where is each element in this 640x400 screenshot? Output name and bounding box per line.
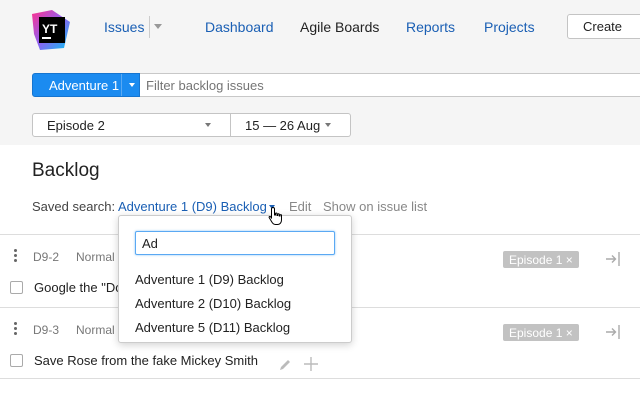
chevron-down-icon[interactable]	[129, 83, 135, 87]
nav-divider	[149, 16, 150, 38]
chevron-down-icon	[325, 123, 331, 127]
saved-search-option[interactable]: Adventure 1 (D9) Backlog	[135, 272, 284, 287]
nav-issues[interactable]: Issues	[104, 19, 144, 35]
sprint-tag[interactable]: Episode 1 ×	[503, 251, 579, 268]
pencil-icon[interactable]	[278, 358, 292, 372]
nav-projects[interactable]: Projects	[484, 19, 535, 35]
issue-checkbox[interactable]	[10, 281, 23, 294]
saved-search-option[interactable]: Adventure 5 (D11) Backlog	[135, 320, 290, 335]
youtrack-logo[interactable]: YT	[30, 8, 74, 52]
issue-summary[interactable]: Save Rose from the fake Mickey Smith	[34, 353, 258, 368]
move-to-sprint-icon[interactable]	[604, 323, 622, 341]
saved-search-filter-input[interactable]	[135, 231, 335, 255]
show-on-issue-list-link[interactable]: Show on issue list	[323, 199, 427, 214]
chevron-down-icon	[205, 123, 211, 127]
edit-link[interactable]: Edit	[289, 199, 311, 214]
issue-summary[interactable]: Google the "Do	[34, 280, 122, 295]
date-range-select[interactable]: 15 — 26 Aug	[231, 113, 351, 137]
board-selector-button[interactable]: Adventure 1	[32, 73, 140, 97]
sprint-tag[interactable]: Episode 1 ×	[503, 324, 579, 341]
backlog-title: Backlog	[32, 160, 100, 181]
create-button-label: Create	[583, 19, 623, 34]
saved-search-label: Saved search:	[32, 199, 116, 214]
date-range-value: 15 — 26 Aug	[245, 118, 321, 133]
list-bottom-divider	[0, 378, 640, 379]
move-to-sprint-icon[interactable]	[604, 250, 622, 268]
chevron-down-icon[interactable]	[154, 24, 162, 29]
nav-dashboard[interactable]: Dashboard	[205, 19, 274, 35]
plus-icon[interactable]	[303, 356, 319, 372]
sprint-select[interactable]: Episode 2	[32, 113, 231, 137]
board-selector-label: Adventure 1	[49, 78, 120, 93]
issue-priority[interactable]: Normal	[76, 323, 115, 337]
filter-backlog-input[interactable]	[140, 73, 640, 97]
logo-text: YT	[42, 22, 58, 36]
issue-id[interactable]: D9-2	[33, 250, 59, 264]
nav-reports[interactable]: Reports	[406, 19, 455, 35]
hand-cursor-icon	[268, 206, 282, 225]
saved-search-dropdown: Adventure 1 (D9) Backlog Adventure 2 (D1…	[118, 215, 352, 343]
board-selector-divider	[121, 74, 122, 96]
issue-id[interactable]: D9-3	[33, 323, 59, 337]
sprint-select-value: Episode 2	[47, 118, 105, 133]
saved-search-link[interactable]: Adventure 1 (D9) Backlog	[118, 199, 267, 214]
drag-handle-icon[interactable]	[14, 322, 18, 337]
saved-search-option[interactable]: Adventure 2 (D10) Backlog	[135, 296, 291, 311]
issue-checkbox[interactable]	[10, 354, 23, 367]
nav-agile-boards[interactable]: Agile Boards	[300, 19, 379, 35]
drag-handle-icon[interactable]	[14, 249, 18, 264]
create-button[interactable]: Create	[567, 14, 640, 39]
issue-priority[interactable]: Normal	[76, 250, 115, 264]
